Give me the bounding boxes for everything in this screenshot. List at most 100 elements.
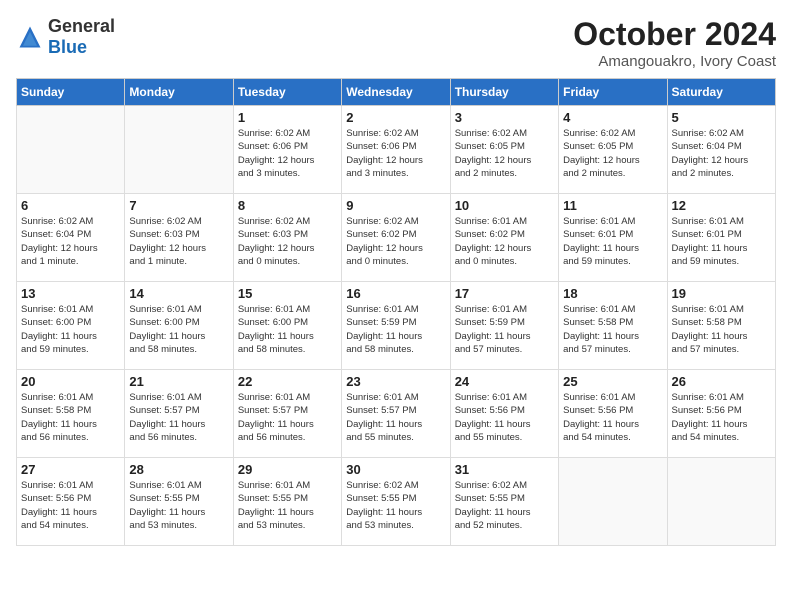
- day-number: 17: [455, 286, 554, 301]
- day-cell: 4 Sunrise: 6:02 AMSunset: 6:05 PMDaylight…: [559, 106, 667, 194]
- day-info: Sunrise: 6:01 AMSunset: 5:56 PMDaylight:…: [563, 391, 662, 444]
- day-info: Sunrise: 6:01 AMSunset: 6:00 PMDaylight:…: [129, 303, 228, 356]
- day-cell: [559, 458, 667, 546]
- day-cell: [17, 106, 125, 194]
- day-number: 25: [563, 374, 662, 389]
- day-cell: 19 Sunrise: 6:01 AMSunset: 5:58 PMDayligh…: [667, 282, 775, 370]
- day-info: Sunrise: 6:01 AMSunset: 5:58 PMDaylight:…: [21, 391, 120, 444]
- day-number: 15: [238, 286, 337, 301]
- day-number: 14: [129, 286, 228, 301]
- day-cell: 6Sunrise: 6:02 AMSunset: 6:04 PMDaylight…: [17, 194, 125, 282]
- logo: General Blue: [16, 16, 115, 58]
- day-cell: 18Sunrise: 6:01 AMSunset: 5:58 PMDayligh…: [559, 282, 667, 370]
- logo-general-text: General: [48, 16, 115, 36]
- day-number: 3: [455, 110, 554, 125]
- day-cell: 8 Sunrise: 6:02 AMSunset: 6:03 PMDaylight…: [233, 194, 341, 282]
- day-cell: 2Sunrise: 6:02 AMSunset: 6:06 PMDaylight…: [342, 106, 450, 194]
- title-block: October 2024 Amangouakro, Ivory Coast: [573, 16, 776, 70]
- day-info: Sunrise: 6:01 AMSunset: 5:59 PMDaylight:…: [346, 303, 445, 356]
- day-number: 21: [129, 374, 228, 389]
- day-number: 27: [21, 462, 120, 477]
- header-cell-wednesday: Wednesday: [342, 79, 450, 106]
- logo-blue-text: Blue: [48, 37, 87, 57]
- day-cell: [125, 106, 233, 194]
- month-title: October 2024: [573, 16, 776, 53]
- day-number: 4: [563, 110, 662, 125]
- day-cell: 7Sunrise: 6:02 AMSunset: 6:03 PMDaylight…: [125, 194, 233, 282]
- day-cell: 21 Sunrise: 6:01 AMSunset: 5:57 PMDayligh…: [125, 370, 233, 458]
- header-cell-sunday: Sunday: [17, 79, 125, 106]
- day-cell: 17 Sunrise: 6:01 AMSunset: 5:59 PMDayligh…: [450, 282, 558, 370]
- day-info: Sunrise: 6:01 AMSunset: 6:00 PMDaylight:…: [238, 303, 337, 356]
- day-info: Sunrise: 6:02 AMSunset: 6:02 PMDaylight:…: [346, 215, 445, 268]
- day-info: Sunrise: 6:02 AMSunset: 5:55 PMDaylight:…: [455, 479, 554, 532]
- day-info: Sunrise: 6:01 AMSunset: 5:59 PMDaylight:…: [455, 303, 554, 356]
- day-info: Sunrise: 6:02 AMSunset: 6:03 PMDaylight:…: [238, 215, 337, 268]
- day-number: 2: [346, 110, 445, 125]
- day-info: Sunrise: 6:01 AMSunset: 5:57 PMDaylight:…: [238, 391, 337, 444]
- week-row-4: 27 Sunrise: 6:01 AMSunset: 5:56 PMDayligh…: [17, 458, 776, 546]
- calendar-body: 1 Sunrise: 6:02 AMSunset: 6:06 PMDaylight…: [17, 106, 776, 546]
- day-info: Sunrise: 6:01 AMSunset: 5:56 PMDaylight:…: [455, 391, 554, 444]
- day-info: Sunrise: 6:01 AMSunset: 5:57 PMDaylight:…: [346, 391, 445, 444]
- day-cell: 31 Sunrise: 6:02 AMSunset: 5:55 PMDayligh…: [450, 458, 558, 546]
- day-number: 1: [238, 110, 337, 125]
- day-cell: 13 Sunrise: 6:01 AMSunset: 6:00 PMDayligh…: [17, 282, 125, 370]
- day-cell: 26 Sunrise: 6:01 AMSunset: 5:56 PMDayligh…: [667, 370, 775, 458]
- day-info: Sunrise: 6:02 AMSunset: 6:05 PMDaylight:…: [455, 127, 554, 180]
- location-title: Amangouakro, Ivory Coast: [573, 53, 776, 70]
- day-number: 11: [563, 198, 662, 213]
- day-cell: 20Sunrise: 6:01 AMSunset: 5:58 PMDayligh…: [17, 370, 125, 458]
- day-info: Sunrise: 6:01 AMSunset: 6:01 PMDaylight:…: [563, 215, 662, 268]
- day-number: 13: [21, 286, 120, 301]
- day-info: Sunrise: 6:01 AMSunset: 6:02 PMDaylight:…: [455, 215, 554, 268]
- day-number: 6: [21, 198, 120, 213]
- day-info: Sunrise: 6:02 AMSunset: 6:04 PMDaylight:…: [672, 127, 771, 180]
- day-number: 28: [129, 462, 228, 477]
- day-cell: 5 Sunrise: 6:02 AMSunset: 6:04 PMDaylight…: [667, 106, 775, 194]
- day-info: Sunrise: 6:01 AMSunset: 5:55 PMDaylight:…: [129, 479, 228, 532]
- day-info: Sunrise: 6:01 AMSunset: 5:58 PMDaylight:…: [672, 303, 771, 356]
- week-row-0: 1 Sunrise: 6:02 AMSunset: 6:06 PMDaylight…: [17, 106, 776, 194]
- day-cell: 16Sunrise: 6:01 AMSunset: 5:59 PMDayligh…: [342, 282, 450, 370]
- week-row-1: 6Sunrise: 6:02 AMSunset: 6:04 PMDaylight…: [17, 194, 776, 282]
- day-info: Sunrise: 6:01 AMSunset: 5:58 PMDaylight:…: [563, 303, 662, 356]
- logo-icon: [16, 23, 44, 51]
- calendar-header: SundayMondayTuesdayWednesdayThursdayFrid…: [17, 79, 776, 106]
- day-cell: 14 Sunrise: 6:01 AMSunset: 6:00 PMDayligh…: [125, 282, 233, 370]
- day-cell: 9 Sunrise: 6:02 AMSunset: 6:02 PMDaylight…: [342, 194, 450, 282]
- day-info: Sunrise: 6:02 AMSunset: 6:05 PMDaylight:…: [563, 127, 662, 180]
- day-number: 22: [238, 374, 337, 389]
- day-info: Sunrise: 6:01 AMSunset: 5:55 PMDaylight:…: [238, 479, 337, 532]
- day-number: 19: [672, 286, 771, 301]
- day-number: 26: [672, 374, 771, 389]
- header-cell-tuesday: Tuesday: [233, 79, 341, 106]
- day-cell: 1 Sunrise: 6:02 AMSunset: 6:06 PMDaylight…: [233, 106, 341, 194]
- day-number: 12: [672, 198, 771, 213]
- day-info: Sunrise: 6:01 AMSunset: 5:57 PMDaylight:…: [129, 391, 228, 444]
- day-info: Sunrise: 6:02 AMSunset: 6:06 PMDaylight:…: [238, 127, 337, 180]
- day-number: 10: [455, 198, 554, 213]
- day-cell: 15 Sunrise: 6:01 AMSunset: 6:00 PMDayligh…: [233, 282, 341, 370]
- day-info: Sunrise: 6:01 AMSunset: 6:00 PMDaylight:…: [21, 303, 120, 356]
- day-info: Sunrise: 6:01 AMSunset: 5:56 PMDaylight:…: [21, 479, 120, 532]
- week-row-3: 20Sunrise: 6:01 AMSunset: 5:58 PMDayligh…: [17, 370, 776, 458]
- header-cell-friday: Friday: [559, 79, 667, 106]
- day-cell: 28 Sunrise: 6:01 AMSunset: 5:55 PMDayligh…: [125, 458, 233, 546]
- day-number: 30: [346, 462, 445, 477]
- day-number: 31: [455, 462, 554, 477]
- day-info: Sunrise: 6:02 AMSunset: 5:55 PMDaylight:…: [346, 479, 445, 532]
- header-cell-thursday: Thursday: [450, 79, 558, 106]
- day-number: 5: [672, 110, 771, 125]
- header-cell-saturday: Saturday: [667, 79, 775, 106]
- day-number: 9: [346, 198, 445, 213]
- day-number: 8: [238, 198, 337, 213]
- header-cell-monday: Monday: [125, 79, 233, 106]
- day-cell: 10 Sunrise: 6:01 AMSunset: 6:02 PMDayligh…: [450, 194, 558, 282]
- day-cell: 29Sunrise: 6:01 AMSunset: 5:55 PMDayligh…: [233, 458, 341, 546]
- day-cell: [667, 458, 775, 546]
- day-cell: 30 Sunrise: 6:02 AMSunset: 5:55 PMDayligh…: [342, 458, 450, 546]
- week-row-2: 13 Sunrise: 6:01 AMSunset: 6:00 PMDayligh…: [17, 282, 776, 370]
- day-info: Sunrise: 6:01 AMSunset: 5:56 PMDaylight:…: [672, 391, 771, 444]
- day-cell: 23Sunrise: 6:01 AMSunset: 5:57 PMDayligh…: [342, 370, 450, 458]
